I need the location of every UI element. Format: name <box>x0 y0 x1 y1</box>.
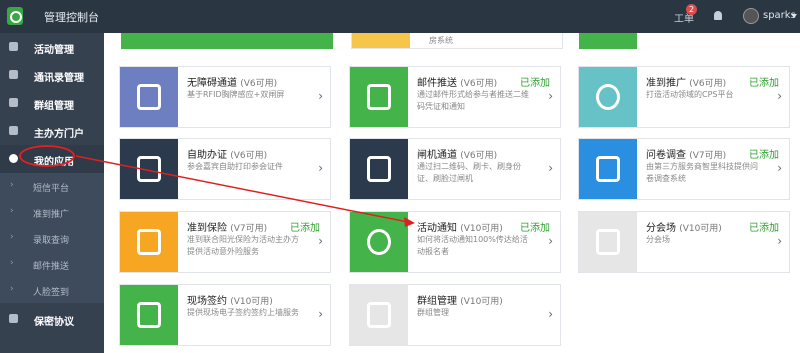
annotation-arrow <box>75 155 415 227</box>
